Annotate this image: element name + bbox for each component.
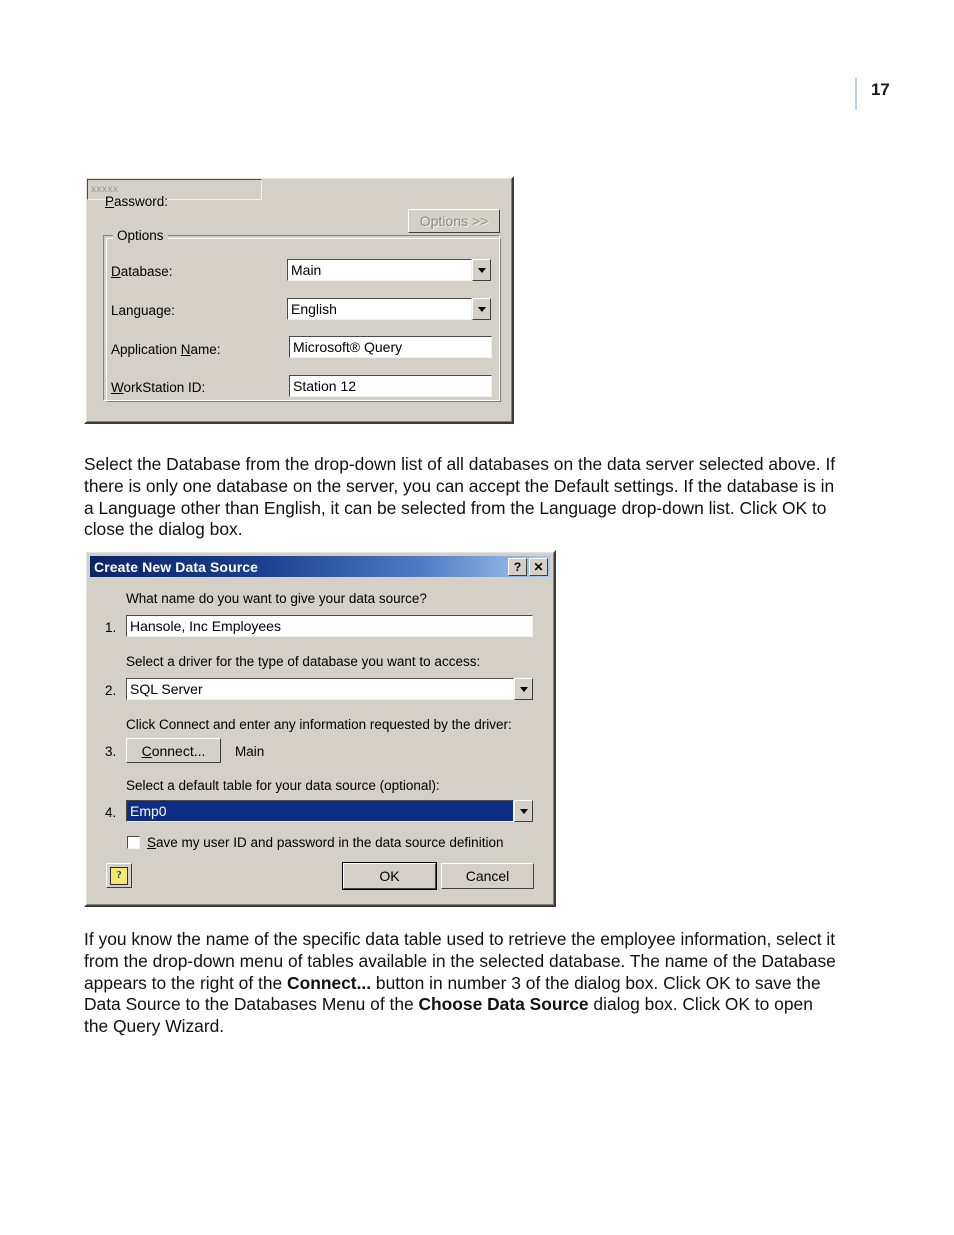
workstation-id-input[interactable]: Station 12 bbox=[289, 375, 492, 397]
help-button-label: ? bbox=[116, 869, 122, 881]
step-2-number: 2. bbox=[105, 683, 117, 698]
titlebar-buttons: ? ✕ bbox=[508, 558, 548, 576]
language-combobox-value: English bbox=[291, 301, 337, 317]
language-combobox-value-field[interactable]: English bbox=[287, 298, 472, 320]
default-table-combobox[interactable]: Emp0 bbox=[126, 800, 533, 822]
para2-bold-choose-data-source: Choose Data Source bbox=[418, 994, 589, 1015]
workstation-id-label-text: orkStation ID: bbox=[123, 380, 206, 395]
options-toggle-button[interactable]: Options >> bbox=[408, 209, 500, 233]
help-button[interactable]: ? bbox=[106, 863, 132, 888]
database-label-text: atabase: bbox=[120, 264, 173, 279]
chevron-down-icon[interactable] bbox=[514, 800, 533, 822]
dialog-titlebar[interactable]: Create New Data Source ? ✕ bbox=[90, 556, 550, 577]
data-source-name-input[interactable]: Hansole, Inc Employees bbox=[126, 615, 533, 637]
paragraph-data-table-selection: If you know the name of the specific dat… bbox=[84, 929, 840, 1037]
close-icon-glyph: ✕ bbox=[533, 560, 544, 574]
options-toggle-label: Options >> bbox=[419, 213, 489, 229]
page-header: 17 bbox=[0, 74, 954, 114]
dialog-title: Create New Data Source bbox=[94, 558, 259, 575]
create-new-data-source-dialog: Create New Data Source ? ✕ What name do … bbox=[84, 550, 556, 907]
chevron-down-icon[interactable] bbox=[472, 298, 491, 320]
connect-button[interactable]: Connect... bbox=[126, 738, 221, 763]
database-combobox[interactable]: Main bbox=[287, 259, 491, 281]
cancel-button-label: Cancel bbox=[465, 868, 510, 884]
page-number: 17 bbox=[871, 80, 890, 99]
driver-combobox-value: SQL Server bbox=[130, 681, 203, 697]
chevron-down-icon[interactable] bbox=[514, 678, 533, 700]
application-name-value: Microsoft® Query bbox=[293, 339, 403, 355]
driver-combobox[interactable]: SQL Server bbox=[126, 678, 533, 700]
workstation-id-label-accel: W bbox=[111, 380, 124, 395]
application-name-label-text: ame: bbox=[190, 342, 221, 357]
password-masked-value: xxxxx bbox=[91, 183, 119, 195]
database-label-accel: D bbox=[111, 264, 121, 279]
options-groupbox-legend: Options bbox=[113, 228, 168, 243]
paragraph-database-selection: Select the Database from the drop-down l… bbox=[84, 454, 836, 540]
help-book-icon: ? bbox=[110, 866, 128, 885]
database-combobox-value-field[interactable]: Main bbox=[287, 259, 472, 281]
data-source-name-value: Hansole, Inc Employees bbox=[130, 618, 281, 634]
database-label: Database: bbox=[111, 264, 173, 279]
prompt-select-driver: Select a driver for the type of database… bbox=[126, 654, 481, 669]
language-label-accel: g bbox=[156, 303, 164, 318]
help-icon[interactable]: ? bbox=[508, 558, 527, 576]
password-label-accel: P bbox=[105, 194, 115, 209]
application-name-input[interactable]: Microsoft® Query bbox=[289, 336, 492, 358]
header-rule bbox=[855, 78, 857, 110]
step-4-number: 4. bbox=[105, 805, 117, 820]
chevron-down-icon[interactable] bbox=[472, 259, 491, 281]
prompt-data-source-name: What name do you want to give your data … bbox=[126, 591, 427, 606]
connect-button-label: Connect... bbox=[141, 742, 206, 759]
ok-button-label: OK bbox=[379, 868, 400, 884]
language-label: Language: bbox=[111, 303, 175, 318]
cancel-button[interactable]: Cancel bbox=[441, 863, 534, 889]
save-credentials-label: Save my user ID and password in the data… bbox=[147, 835, 504, 850]
language-combobox[interactable]: English bbox=[287, 298, 491, 320]
connected-database-name: Main bbox=[235, 744, 265, 759]
workstation-id-label: WorkStation ID: bbox=[111, 380, 205, 395]
password-label: Password: bbox=[105, 194, 168, 209]
step-3-number: 3. bbox=[105, 744, 117, 759]
application-name-label-accel: N bbox=[180, 342, 191, 357]
application-name-label: Application Name: bbox=[111, 342, 221, 357]
password-label-text: assword: bbox=[114, 194, 169, 209]
default-table-combobox-value: Emp0 bbox=[127, 801, 513, 821]
default-table-combobox-value-field[interactable]: Emp0 bbox=[126, 800, 514, 822]
language-label-text: e: bbox=[163, 303, 175, 318]
save-credentials-checkbox[interactable] bbox=[127, 836, 140, 849]
help-icon-glyph: ? bbox=[513, 560, 522, 574]
para2-bold-connect: Connect... bbox=[287, 972, 372, 993]
sql-server-login-options-dialog: Password: xxxxx Options >> Options Datab… bbox=[84, 176, 514, 424]
step-1-number: 1. bbox=[105, 620, 117, 635]
prompt-select-default-table: Select a default table for your data sou… bbox=[126, 778, 440, 793]
driver-combobox-value-field[interactable]: SQL Server bbox=[126, 678, 514, 700]
workstation-id-value: Station 12 bbox=[293, 378, 357, 394]
prompt-click-connect: Click Connect and enter any information … bbox=[126, 717, 512, 732]
ok-button[interactable]: OK bbox=[342, 862, 437, 890]
database-combobox-value: Main bbox=[291, 262, 322, 278]
close-icon[interactable]: ✕ bbox=[529, 558, 548, 576]
